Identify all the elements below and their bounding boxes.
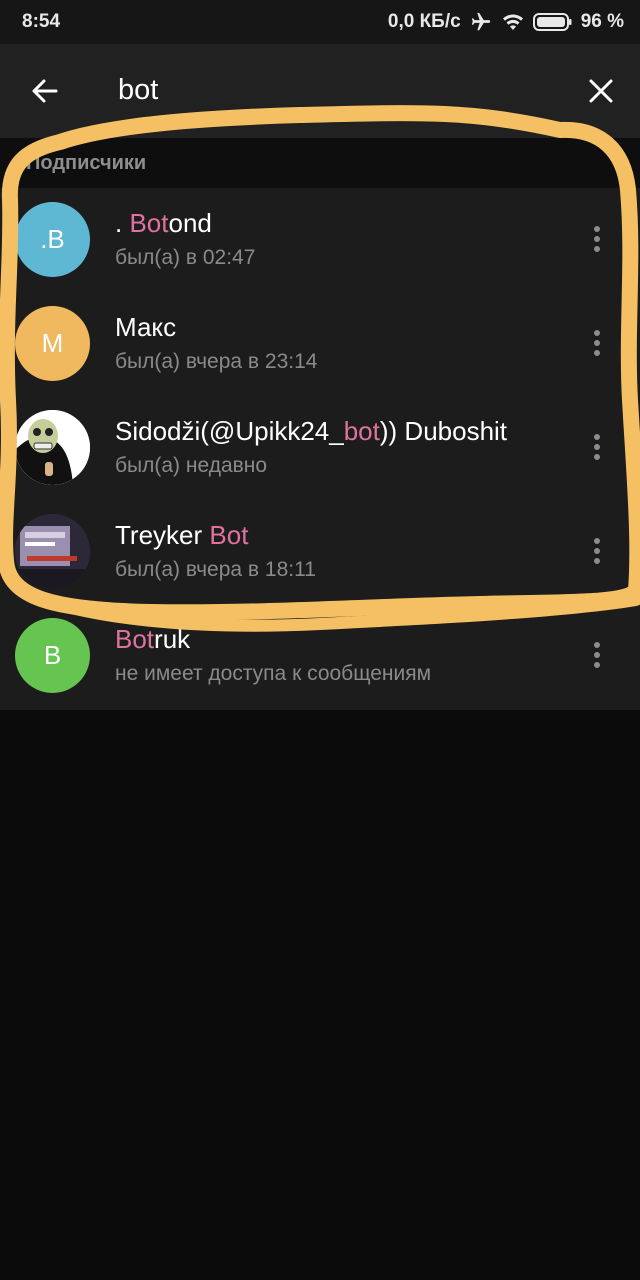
member-status: был(а) недавно: [115, 454, 268, 477]
name-highlight: Bot: [129, 208, 169, 238]
more-vert-icon[interactable]: [590, 226, 604, 256]
list-item[interactable]: .B . Botond был(а) в 02:47: [0, 188, 640, 292]
name-highlight: Bot: [209, 520, 249, 550]
avatar-initials: М: [41, 328, 64, 358]
avatar: B: [15, 618, 90, 693]
arrow-left-icon[interactable]: [28, 74, 62, 108]
battery-icon: [532, 12, 573, 32]
list-item[interactable]: М Макс был(а) вчера в 23:14: [0, 292, 640, 396]
member-name: . Botond: [115, 208, 212, 239]
wifi-icon: [501, 12, 525, 32]
more-vert-icon[interactable]: [590, 538, 604, 568]
avatar-photo: [15, 514, 90, 589]
name-suffix: )) Duboshit: [379, 416, 508, 446]
name-highlight: Bot: [115, 624, 155, 654]
close-icon[interactable]: [586, 76, 616, 106]
avatar: М: [15, 306, 90, 381]
member-name: Sidodži(@Upikk24_bot)) Duboshit: [115, 416, 507, 447]
name-suffix: ruk: [154, 624, 191, 654]
network-speed: 0,0 КБ/с: [387, 11, 461, 32]
clock: 8:54: [22, 11, 61, 32]
section-title: Подписчики: [26, 152, 147, 174]
more-vert-icon[interactable]: [590, 434, 604, 464]
avatar-initials: .B: [40, 224, 65, 254]
member-name: Treyker Bot: [115, 520, 248, 551]
more-vert-icon[interactable]: [590, 330, 604, 360]
member-name: Макс: [115, 312, 176, 343]
name-prefix: Макс: [115, 312, 177, 342]
search-input[interactable]: bot: [118, 74, 158, 107]
avatar-initials: B: [43, 640, 62, 670]
name-prefix: Treyker: [115, 520, 210, 550]
section-header: Подписчики: [0, 138, 640, 188]
name-suffix: ond: [168, 208, 212, 238]
member-status: был(а) вчера в 18:11: [115, 558, 316, 581]
airplane-icon: [469, 11, 493, 33]
status-bar: 8:54 0,0 КБ/с 96 %: [0, 0, 640, 44]
list-item[interactable]: Sidodži(@Upikk24_bot)) Duboshit был(а) н…: [0, 396, 640, 500]
more-vert-icon[interactable]: [590, 642, 604, 672]
name-prefix: Sidodži(@Upikk24_: [115, 416, 344, 446]
avatar: .B: [15, 202, 90, 277]
member-status: был(а) в 02:47: [115, 246, 256, 269]
name-highlight: bot: [343, 416, 380, 446]
member-status: был(а) вчера в 23:14: [115, 350, 318, 373]
search-toolbar: bot: [0, 44, 640, 138]
name-prefix: .: [115, 208, 130, 238]
list-item[interactable]: B Botruk не имеет доступа к сообщениям: [0, 604, 640, 708]
member-name: Botruk: [115, 624, 190, 655]
list-item[interactable]: Treyker Bot был(а) вчера в 18:11: [0, 500, 640, 604]
member-status: не имеет доступа к сообщениям: [115, 662, 432, 685]
battery-level: 96 %: [580, 11, 624, 32]
avatar-photo: [15, 410, 90, 485]
member-list: .B . Botond был(а) в 02:47 М Макс был(а)…: [0, 188, 640, 710]
